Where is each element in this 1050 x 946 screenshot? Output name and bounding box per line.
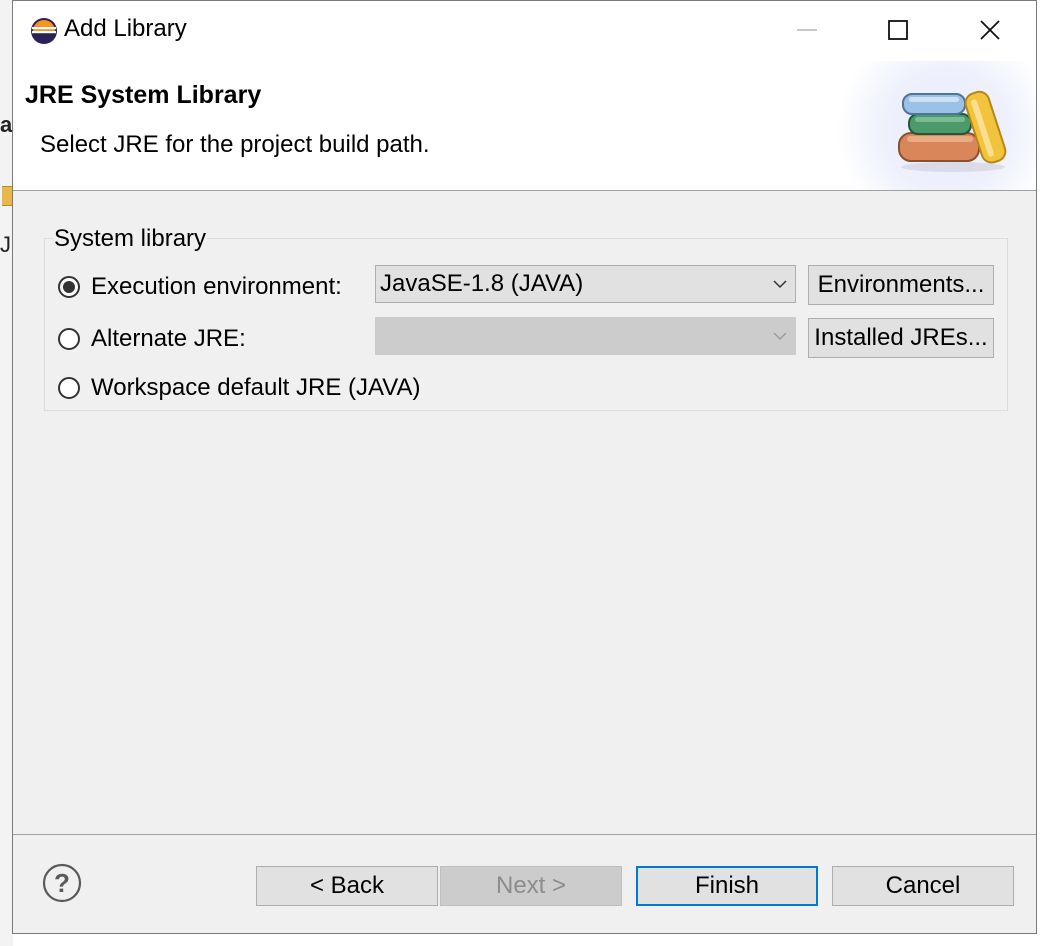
radio-workspace-default-jre[interactable]: Workspace default JRE (JAVA): [58, 374, 420, 402]
environments-button[interactable]: Environments...: [808, 265, 994, 305]
add-library-dialog: Add Library JRE System Library Select JR…: [12, 0, 1037, 934]
maximize-icon: [888, 20, 908, 40]
group-label: System library: [53, 225, 208, 253]
banner-description: Select JRE for the project build path.: [40, 131, 430, 158]
back-button[interactable]: < Back: [256, 866, 438, 906]
cancel-button[interactable]: Cancel: [832, 866, 1014, 906]
radio-label: Alternate JRE:: [91, 325, 246, 352]
chevron-down-icon: [765, 318, 795, 354]
chevron-down-icon: [765, 266, 795, 302]
minimize-button[interactable]: [783, 9, 831, 51]
background-text-fragment: a: [0, 112, 13, 137]
finish-button[interactable]: Finish: [636, 866, 818, 906]
help-icon[interactable]: ?: [42, 863, 82, 903]
wizard-banner: JRE System Library Select JRE for the pr…: [13, 61, 1036, 191]
alternate-jre-select[interactable]: [375, 317, 796, 355]
close-button[interactable]: [966, 9, 1014, 51]
close-icon: [980, 20, 1000, 40]
execution-environment-select[interactable]: JavaSE-1.8 (JAVA): [375, 265, 796, 303]
minimize-icon: [797, 29, 817, 31]
radio-button[interactable]: [58, 276, 80, 298]
next-button[interactable]: Next >: [440, 866, 622, 906]
eclipse-icon: [31, 18, 57, 44]
banner-title: JRE System Library: [25, 81, 262, 109]
radio-label: Workspace default JRE (JAVA): [91, 374, 421, 401]
radio-button[interactable]: [58, 328, 80, 350]
radio-button[interactable]: [58, 377, 80, 399]
library-books-icon: [898, 90, 1007, 172]
background-text-fragment: J: [0, 232, 11, 257]
svg-text:?: ?: [54, 868, 70, 898]
installed-jres-button[interactable]: Installed JREs...: [808, 318, 994, 358]
radio-alternate-jre[interactable]: Alternate JRE:: [58, 325, 246, 353]
maximize-button[interactable]: [874, 9, 922, 51]
select-value: JavaSE-1.8 (JAVA): [380, 270, 584, 297]
footer-separator: [13, 834, 1036, 835]
title-bar[interactable]: Add Library: [13, 1, 1036, 61]
window-title: Add Library: [64, 15, 187, 42]
radio-label: Execution environment:: [91, 273, 342, 300]
radio-execution-environment[interactable]: Execution environment:: [58, 273, 342, 301]
